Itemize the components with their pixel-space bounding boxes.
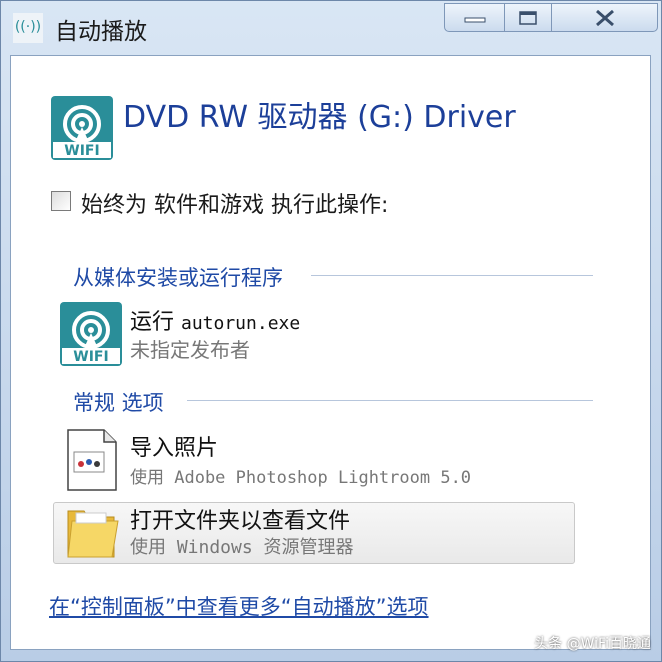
- option-title: 运行 autorun.exe: [130, 304, 300, 336]
- section-title-general: 常规 选项: [73, 387, 172, 417]
- minimize-icon: [464, 17, 485, 22]
- option-subtitle: 使用 Windows 资源管理器: [130, 537, 354, 558]
- always-do-label: 始终为 软件和游戏 执行此操作:: [81, 193, 389, 218]
- section-title-install: 从媒体安装或运行程序: [73, 262, 291, 292]
- maximize-icon: [519, 10, 537, 25]
- autoplay-content: WIFI DVD RW 驱动器 (G:) Driver 始终为 软件和游戏 执行…: [10, 55, 651, 650]
- title-bar[interactable]: ((·)) 自动播放: [1, 1, 661, 53]
- option-title: 导入照片: [130, 436, 219, 461]
- option-title: 打开文件夹以查看文件: [130, 509, 351, 534]
- close-button[interactable]: [551, 3, 658, 32]
- logo-text: WIFI: [64, 143, 99, 159]
- control-panel-link[interactable]: 在“控制面板”中查看更多“自动播放”选项: [49, 591, 429, 621]
- autoplay-app-icon: ((·)): [13, 13, 43, 43]
- option-title-prefix: 运行: [130, 310, 181, 335]
- drive-title: DVD RW 驱动器 (G:) Driver: [123, 100, 516, 135]
- option-subtitle: 未指定发布者: [130, 338, 250, 362]
- option-title-code: autorun.exe: [181, 313, 301, 334]
- wifi-logo-icon: WIFI: [51, 96, 113, 160]
- maximize-button[interactable]: [504, 3, 552, 32]
- always-do-checkbox[interactable]: [51, 191, 71, 211]
- wifi-logo-icon: WIFI: [60, 302, 122, 366]
- logo-text: WIFI: [73, 349, 108, 365]
- section-divider: [187, 400, 593, 401]
- option-subtitle: 使用 Adobe Photoshop Lightroom 5.0: [130, 468, 472, 488]
- autoplay-option-open-folder[interactable]: 打开文件夹以查看文件 使用 Windows 资源管理器: [53, 502, 575, 564]
- window-title: 自动播放: [55, 19, 147, 45]
- section-divider: [311, 275, 593, 276]
- watermark-text: 头条 @WiFi百晓通: [534, 636, 651, 652]
- autoplay-option-import-photos[interactable]: 导入照片 使用 Adobe Photoshop Lightroom 5.0: [56, 428, 576, 494]
- photo-import-icon: [67, 429, 117, 491]
- autoplay-option-run-autorun[interactable]: WIFI 运行 autorun.exe 未指定发布者: [56, 302, 576, 368]
- close-icon: [595, 9, 614, 26]
- minimize-button[interactable]: [444, 3, 505, 32]
- folder-icon: [67, 510, 119, 558]
- svg-text:((·)): ((·)): [15, 19, 41, 35]
- autoplay-window: ((·)) 自动播放 WIFI DVD RW 驱动器 (G:) Driver 始…: [0, 0, 662, 662]
